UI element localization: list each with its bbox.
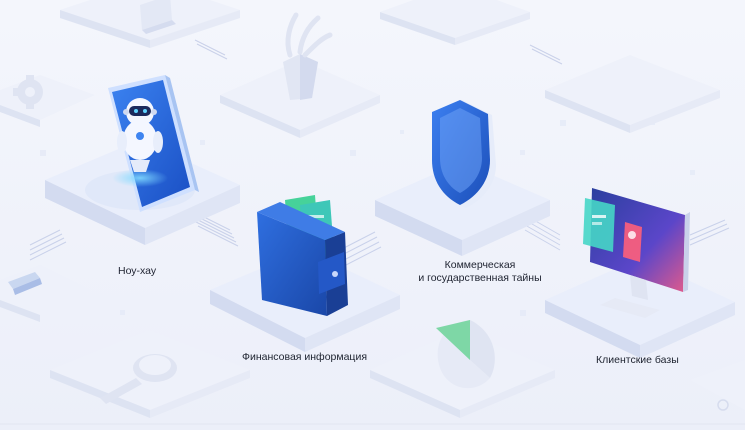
label-commercial-line2: и государственная тайны	[418, 272, 542, 284]
label-commercial: Коммерческая и государственная тайны	[410, 259, 550, 285]
label-clients: Клиентские базы	[596, 354, 679, 366]
label-financial: Финансовая информация	[242, 351, 368, 363]
label-commercial-line1: Коммерческая	[444, 259, 516, 271]
label-knowhow: Ноу-хау	[118, 265, 157, 277]
slide-canvas: Ноу-хау Коммерческая и государственная т…	[0, 0, 745, 430]
